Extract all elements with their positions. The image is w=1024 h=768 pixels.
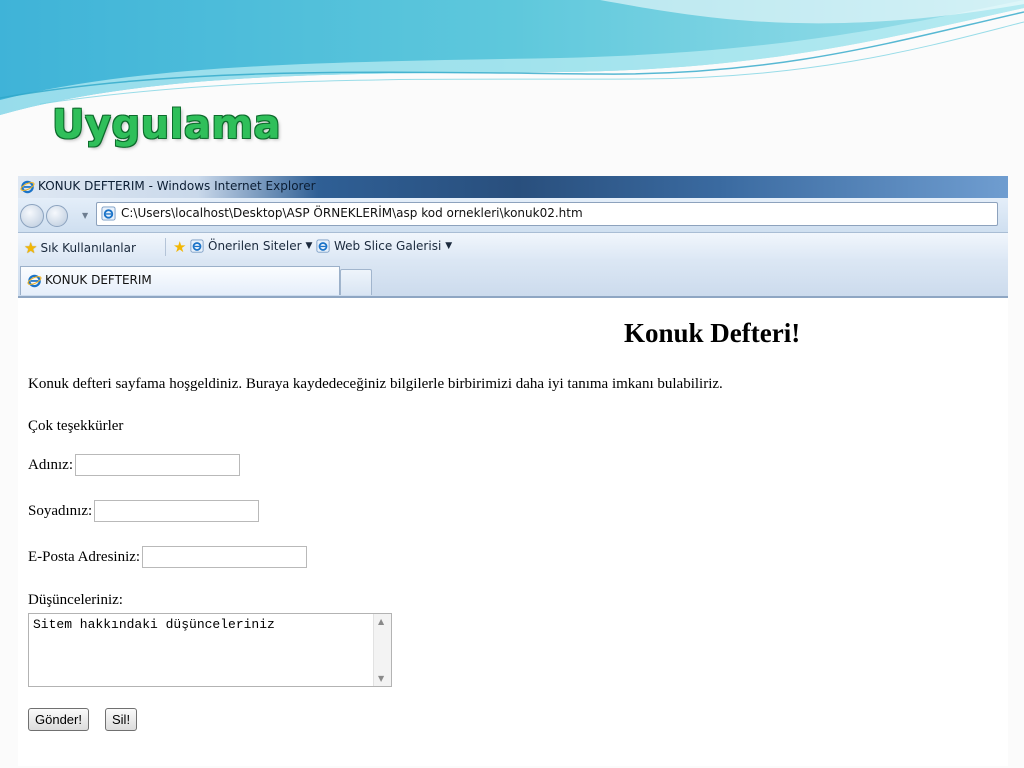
tab-label: KONUK DEFTERIM	[45, 273, 152, 287]
favorites-bar: ★ Sık Kullanılanlar ★ Önerilen Siteler ▼…	[18, 233, 1008, 259]
intro-text: Konuk defteri sayfama hoşgeldiniz. Buray…	[28, 376, 723, 392]
new-tab-button[interactable]	[340, 269, 372, 295]
email-label: E-Posta Adresiniz:	[28, 548, 141, 565]
favorites-label: Sık Kullanılanlar	[40, 241, 136, 255]
chevron-down-icon: ▼	[445, 241, 453, 251]
thoughts-textarea-box: Sitem hakkındaki düşünceleriniz ▲ ▼	[28, 613, 392, 687]
window-titlebar[interactable]: KONUK DEFTERIM - Windows Internet Explor…	[18, 176, 1008, 198]
suggested-sites-link[interactable]: Önerilen Siteler ▼	[190, 239, 312, 253]
last-name-input[interactable]	[94, 500, 260, 522]
thoughts-label: Düşünceleriniz:	[28, 592, 123, 608]
add-to-favorites-icon[interactable]: ★	[173, 238, 186, 256]
slide-title: Uygulama	[52, 102, 282, 148]
scroll-down-icon[interactable]: ▼	[378, 674, 384, 683]
submit-button[interactable]: Gönder!	[28, 708, 89, 731]
favorites-separator	[165, 238, 166, 256]
email-input[interactable]	[142, 546, 308, 568]
email-field-row: E-Posta Adresiniz:	[28, 546, 308, 568]
web-slice-gallery-label: Web Slice Galerisi	[334, 239, 442, 253]
recent-pages-dropdown-icon[interactable]: ▼	[82, 211, 88, 220]
page-heading: Konuk Defteri!	[624, 318, 801, 348]
navigation-bar: ▼ C:\Users\localhost\Desktop\ASP ÖRNEKLE…	[18, 198, 1008, 233]
ie-page-icon	[190, 239, 204, 253]
forward-button[interactable]	[46, 205, 68, 227]
favorites-button[interactable]: ★ Sık Kullanılanlar	[24, 239, 136, 257]
suggested-sites-label: Önerilen Siteler	[208, 239, 302, 253]
scroll-up-icon[interactable]: ▲	[378, 617, 384, 626]
reset-button[interactable]: Sil!	[105, 708, 138, 731]
last-name-field-row: Soyadınız:	[28, 500, 260, 522]
tab-konuk-defterim[interactable]: KONUK DEFTERIM	[20, 266, 340, 295]
textarea-scrollbar[interactable]: ▲ ▼	[373, 614, 391, 686]
address-url: C:\Users\localhost\Desktop\ASP ÖRNEKLERİ…	[121, 206, 583, 220]
address-bar[interactable]: C:\Users\localhost\Desktop\ASP ÖRNEKLERİ…	[96, 202, 998, 226]
last-name-label: Soyadınız:	[28, 502, 93, 519]
browser-window: KONUK DEFTERIM - Windows Internet Explor…	[18, 176, 1008, 766]
ie-logo-icon	[20, 180, 35, 194]
tab-bar: KONUK DEFTERIM	[18, 259, 1008, 298]
back-button[interactable]	[20, 204, 44, 228]
thanks-text: Çok teşekkürler	[28, 418, 124, 434]
web-slice-gallery-link[interactable]: Web Slice Galerisi ▼	[316, 239, 452, 253]
favorites-star-icon: ★	[24, 239, 38, 257]
first-name-label: Adınız:	[28, 456, 73, 473]
ie-logo-icon	[27, 274, 42, 288]
first-name-field-row: Adınız:	[28, 454, 240, 476]
ie-page-icon	[316, 239, 330, 253]
window-title: KONUK DEFTERIM - Windows Internet Explor…	[38, 179, 316, 193]
page-icon	[101, 206, 116, 221]
thoughts-textarea[interactable]: Sitem hakkındaki düşünceleriniz	[29, 614, 377, 686]
chevron-down-icon: ▼	[305, 241, 313, 251]
page-content: Konuk Defteri! Konuk defteri sayfama hoş…	[18, 298, 1008, 766]
first-name-input[interactable]	[75, 454, 240, 476]
